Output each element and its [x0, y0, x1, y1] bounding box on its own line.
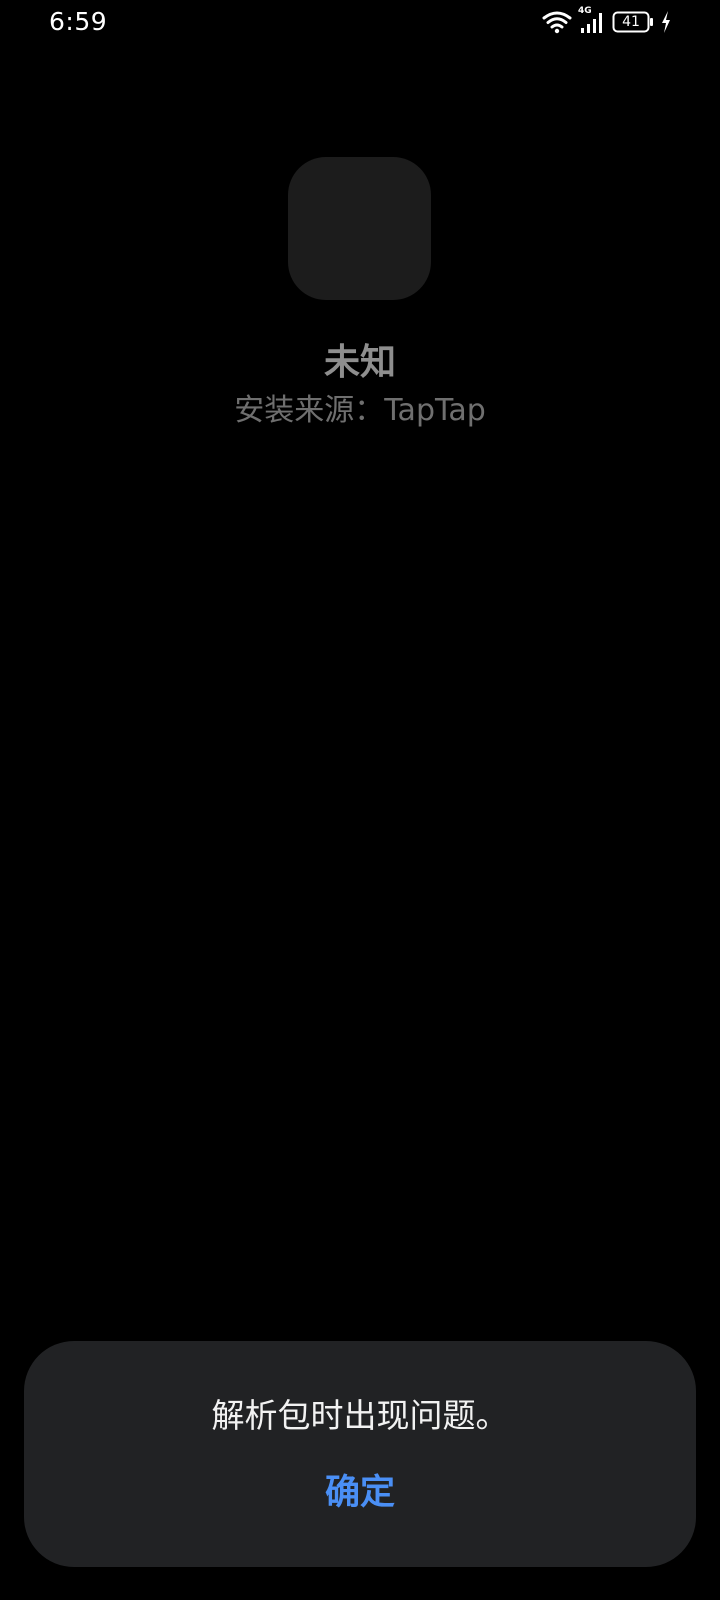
- error-dialog: 解析包时出现问题。 确定: [24, 1341, 696, 1567]
- app-icon-placeholder: [288, 157, 431, 300]
- dialog-message: 解析包时出现问题。: [211, 1396, 509, 1435]
- install-source-label: 安装来源：TapTap: [234, 393, 486, 428]
- status-icons: 4G 41: [542, 6, 672, 36]
- status-time: 6:59: [49, 7, 108, 36]
- status-bar: 6:59 4G 41: [0, 0, 720, 44]
- confirm-button[interactable]: 确定: [310, 1465, 410, 1521]
- app-name: 未知: [323, 342, 396, 383]
- charging-bolt-icon: [660, 10, 672, 34]
- battery-level-text: 41: [622, 14, 640, 30]
- battery-icon: 41: [612, 10, 654, 34]
- cellular-signal-icon: 4G: [578, 6, 606, 34]
- wifi-icon: [542, 10, 572, 34]
